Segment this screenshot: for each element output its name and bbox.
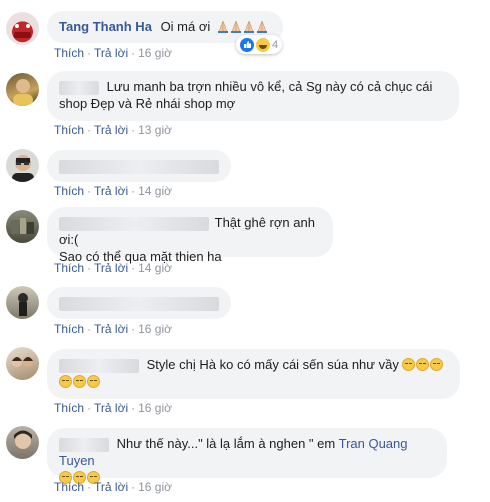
comment-text-line1: Lưu manh ba trợn nhiều vô kể, cả Sg này … [106,79,433,94]
reaction-summary[interactable]: 4 [236,35,283,54]
comment-text: Oi má ơi [160,19,211,34]
avatar[interactable] [6,210,39,243]
comment-text-line1: Style chị Hà ko có mấy cái sến súa như v… [146,357,399,372]
comment-actions: Thích · Trả lời · 16 giờ [54,322,172,336]
comment-bubble [47,150,231,182]
comment-bubble [47,287,231,319]
reaction-count: 4 [272,38,279,51]
comment-actions: Thích · Trả lời · 16 giờ [54,480,172,494]
comment-actions: Thích · Trả lời · 16 giờ [54,46,172,60]
folded-hands-emoji [217,19,269,34]
comment-bubble: Thật ghê rợn anh ơi:( Sao có thể qua mặt… [47,207,333,264]
like-link[interactable]: Thích [54,401,84,415]
like-link[interactable]: Thích [54,46,84,60]
timestamp[interactable]: 16 giờ [138,401,172,415]
comment-actions: Thích · Trả lời · 16 giờ [54,401,172,415]
reply-link[interactable]: Trả lời [94,46,128,60]
like-link[interactable]: Thích [54,184,84,198]
timestamp[interactable]: 13 giờ [138,123,172,137]
comment-text-line1: Như thế này..." là lạ lắm à nghen " em [116,436,336,451]
like-link[interactable]: Thích [54,123,84,137]
avatar[interactable] [6,149,39,182]
timestamp[interactable]: 14 giờ [138,184,172,198]
redacted-author-name[interactable] [59,437,109,452]
comment-actions: Thích · Trả lời · 14 giờ [54,261,172,275]
avatar[interactable] [6,426,39,459]
redacted-comment [59,159,219,174]
redacted-author-name[interactable] [59,358,139,373]
reply-link[interactable]: Trả lời [94,123,128,137]
pensive-face-emoji [59,373,448,390]
comment-bubble: Như thế này..." là lạ lắm à nghen " em T… [47,428,447,484]
avatar[interactable] [6,347,39,380]
expressionless-face-emoji [402,357,444,372]
timestamp[interactable]: 16 giờ [138,480,172,494]
avatar[interactable] [6,73,39,106]
author-name[interactable]: Tang Thanh Ha [59,19,152,34]
reply-link[interactable]: Trả lời [94,401,128,415]
redacted-comment [59,296,219,311]
timestamp[interactable]: 16 giờ [138,46,172,60]
haha-reaction-icon [256,37,270,52]
redacted-author-name[interactable] [59,216,209,231]
avatar[interactable] [6,12,39,45]
comment-bubble: Style chị Hà ko có mấy cái sến súa như v… [47,349,460,399]
timestamp[interactable]: 16 giờ [138,322,172,336]
like-link[interactable]: Thích [54,322,84,336]
avatar[interactable] [6,286,39,319]
like-link[interactable]: Thích [54,261,84,275]
comment-bubble: Lưu manh ba trợn nhiều vô kể, cả Sg này … [47,71,459,121]
reply-link[interactable]: Trả lời [94,480,128,494]
reply-link[interactable]: Trả lời [94,261,128,275]
reply-link[interactable]: Trả lời [94,322,128,336]
timestamp[interactable]: 14 giờ [138,261,172,275]
like-reaction-icon [240,37,254,52]
like-link[interactable]: Thích [54,480,84,494]
reply-link[interactable]: Trả lời [94,184,128,198]
comment-text-line2: shop Đẹp và Rẻ nhái shop mợ [59,96,236,111]
comment-actions: Thích · Trả lời · 14 giờ [54,184,172,198]
comment-actions: Thích · Trả lời · 13 giờ [54,123,172,137]
redacted-author-name[interactable] [59,80,99,95]
